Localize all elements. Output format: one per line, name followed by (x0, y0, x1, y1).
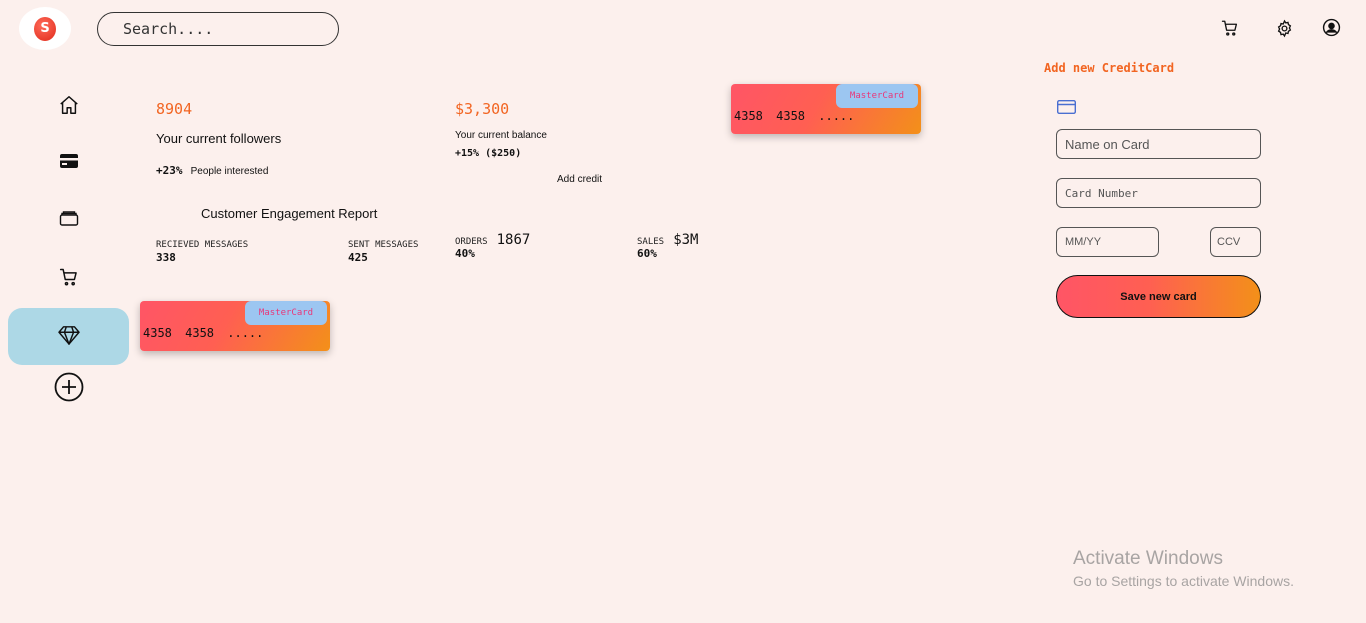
logo-glyph: S (34, 16, 56, 41)
add-card-form-title: Add new CreditCard (1044, 61, 1175, 75)
sidebar-item-cart[interactable] (8, 250, 129, 307)
user-account-icon[interactable] (1322, 18, 1342, 38)
card-number: 4358 4358 ..... (734, 109, 855, 123)
credit-card[interactable]: MasterCard 4358 4358 ..... (731, 84, 921, 134)
sales-row: SALES $3M (637, 229, 698, 248)
sidebar-item-add[interactable] (8, 360, 129, 417)
sidebar-item-wallet[interactable] (8, 191, 129, 248)
orders-row: ORDERS 1867 (455, 229, 530, 248)
credit-card[interactable]: MasterCard 4358 4358 ..... (140, 301, 330, 351)
sidebar-item-premium[interactable] (8, 308, 129, 365)
balance-value: $3,300 (455, 100, 510, 118)
sent-messages-value: 425 (348, 251, 368, 264)
card-brand: MasterCard (836, 84, 918, 108)
credit-card-outline-icon (1056, 99, 1077, 118)
engagement-title: Customer Engagement Report (201, 206, 378, 221)
sales-percent: 60% (637, 247, 657, 260)
sales-label: SALES (637, 237, 665, 247)
sent-messages-label: SENT MESSAGES (348, 240, 419, 250)
sales-value: $3M (673, 232, 699, 248)
orders-percent: 40% (455, 247, 475, 260)
received-messages-value: 338 (156, 251, 176, 264)
followers-label: Your current followers (156, 131, 282, 146)
cart-icon (59, 267, 79, 291)
card-brand: MasterCard (245, 301, 327, 325)
ccv-field[interactable] (1210, 227, 1261, 257)
card-number-field[interactable] (1056, 178, 1261, 208)
diamond-icon (57, 325, 80, 349)
followers-change: +23% (156, 164, 183, 177)
balance-label: Your current balance (455, 130, 547, 141)
followers-change-row: +23% People interested (156, 159, 268, 178)
followers-count: 8904 (156, 100, 193, 118)
card-number: 4358 4358 ..... (143, 326, 264, 340)
sidebar-item-cards[interactable] (8, 134, 129, 191)
activate-windows-title: Activate Windows (1073, 548, 1223, 569)
received-messages-label: RECIEVED MESSAGES (156, 240, 249, 250)
orders-value: 1867 (496, 232, 531, 248)
activate-windows-subtitle: Go to Settings to activate Windows. (1073, 573, 1294, 589)
sidebar-item-home[interactable] (8, 78, 129, 135)
app-logo[interactable]: S (19, 7, 71, 50)
cart-icon[interactable] (1221, 19, 1241, 39)
save-card-button[interactable]: Save new card (1056, 275, 1261, 318)
balance-change: +15% ($250) (455, 148, 522, 159)
followers-change-label: People interested (190, 166, 269, 177)
expiry-field[interactable] (1056, 227, 1159, 257)
credit-card-icon (59, 152, 79, 174)
name-on-card-field[interactable] (1056, 129, 1261, 159)
wallet-icon (59, 209, 79, 231)
gear-icon[interactable] (1275, 19, 1295, 39)
home-icon (58, 94, 80, 120)
search-input[interactable] (97, 12, 339, 46)
add-credit-link[interactable]: Add credit (557, 174, 602, 185)
add-circle-icon (54, 372, 84, 406)
orders-label: ORDERS (455, 237, 488, 247)
